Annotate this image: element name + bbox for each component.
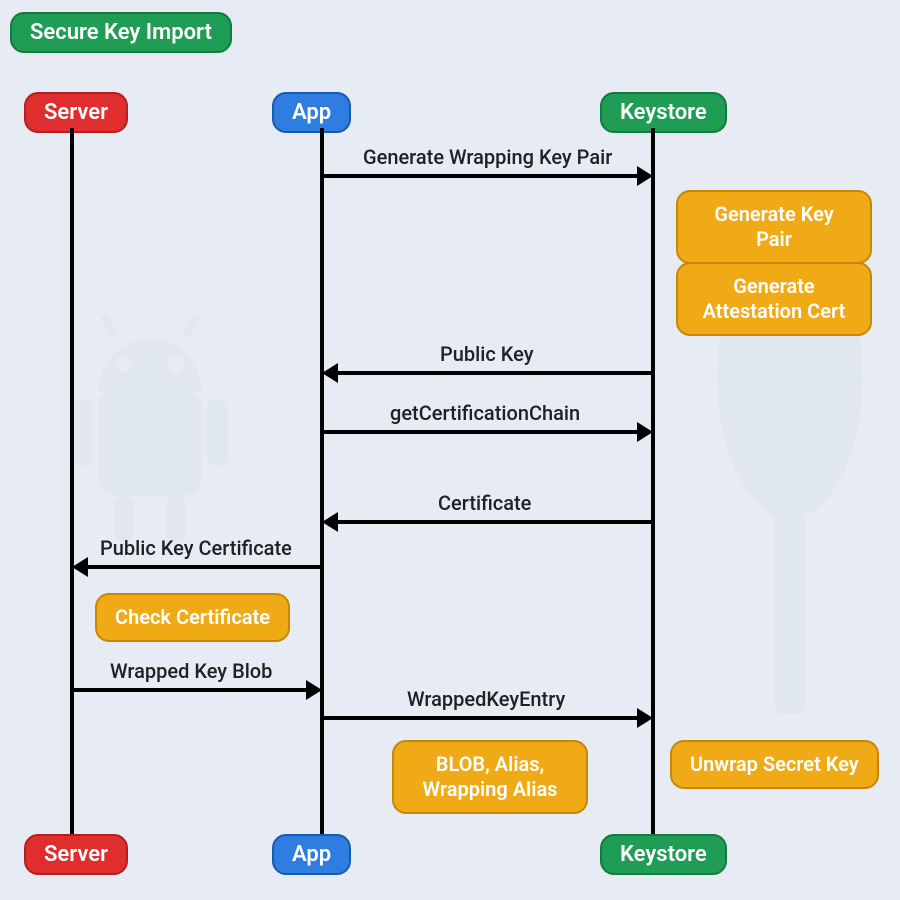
note-check-certificate: Check Certificate xyxy=(95,593,290,642)
note-generate-key-pair: Generate Key Pair xyxy=(676,190,872,264)
arrow-m2 xyxy=(338,371,653,375)
lifeline-keystore xyxy=(651,128,655,834)
arrowhead-m6 xyxy=(306,680,322,700)
arrowhead-m3 xyxy=(637,422,653,442)
lifeline-server xyxy=(70,128,74,834)
lifeline-app xyxy=(320,128,324,834)
msg-generate-wrapping-key: Generate Wrapping Key Pair xyxy=(363,145,612,169)
arrowhead-m7 xyxy=(637,708,653,728)
android-silhouette xyxy=(20,300,280,560)
arrow-m6 xyxy=(74,688,306,692)
msg-wrapped-key-blob: Wrapped Key Blob xyxy=(110,659,272,683)
note-generate-attestation: Generate Attestation Cert xyxy=(676,262,872,336)
arrowhead-m1 xyxy=(637,166,653,186)
actor-server-bottom: Server xyxy=(24,834,128,875)
arrowhead-m4 xyxy=(322,512,338,532)
arrow-m4 xyxy=(338,520,653,524)
actor-server-top: Server xyxy=(24,92,128,133)
actor-keystore-top: Keystore xyxy=(600,92,727,133)
actor-app-bottom: App xyxy=(272,834,351,875)
msg-public-key: Public Key xyxy=(440,342,534,366)
arrow-m7 xyxy=(324,716,637,720)
note-blob-alias: BLOB, Alias, Wrapping Alias xyxy=(392,740,588,814)
actor-app-top: App xyxy=(272,92,351,133)
arrow-m1 xyxy=(324,174,637,178)
msg-certificate: Certificate xyxy=(438,491,531,515)
actor-keystore-bottom: Keystore xyxy=(600,834,727,875)
note-unwrap-secret-key: Unwrap Secret Key xyxy=(670,740,879,789)
arrowhead-m5 xyxy=(72,557,88,577)
arrowhead-m2 xyxy=(322,363,338,383)
msg-get-cert-chain: getCertificationChain xyxy=(390,401,580,425)
msg-public-key-cert: Public Key Certificate xyxy=(100,536,292,560)
arrow-m3 xyxy=(324,430,637,434)
diagram-title: Secure Key Import xyxy=(10,12,232,53)
arrow-m5 xyxy=(88,565,322,569)
msg-wrapped-key-entry: WrappedKeyEntry xyxy=(407,687,565,711)
